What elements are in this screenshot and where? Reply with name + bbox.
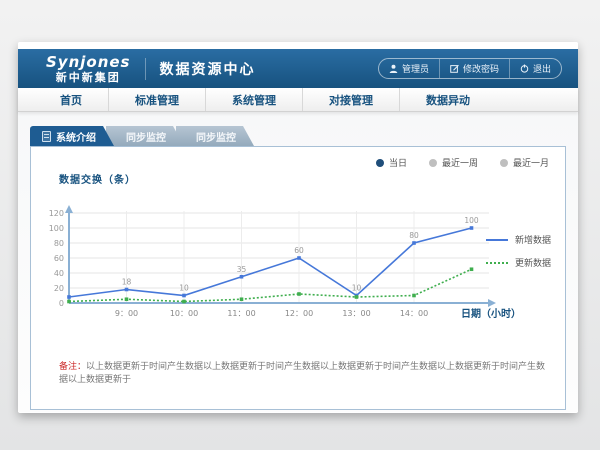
svg-text:10: 10	[352, 284, 362, 293]
svg-text:120: 120	[49, 209, 64, 218]
legend-item-new-data: 新增数据	[486, 233, 551, 246]
power-icon	[520, 64, 529, 73]
y-axis-title: 数据交换（条）	[59, 171, 136, 186]
tab-system-intro[interactable]: 系统介绍	[30, 126, 114, 146]
svg-text:80: 80	[409, 231, 419, 240]
change-password-label: 修改密码	[463, 62, 499, 75]
user-label: 管理员	[402, 62, 429, 75]
chart-panel: 当日 最近一周 最近一月 数据交换（条） 0 20 40 60 80 100 120 9：00…	[30, 146, 566, 410]
edit-icon	[450, 64, 459, 73]
svg-text:14：00: 14：00	[400, 309, 428, 318]
window-top-strip	[18, 42, 578, 49]
logout-button[interactable]: 退出	[509, 59, 561, 78]
svg-text:9：00: 9：00	[115, 309, 138, 318]
radio-dot-icon	[500, 159, 508, 167]
header-divider	[145, 58, 146, 80]
footnote-prefix: 备注：	[59, 362, 86, 372]
svg-text:35: 35	[237, 265, 247, 274]
svg-text:20: 20	[54, 284, 64, 293]
logo-en-text: Synjones	[46, 55, 131, 70]
logout-label: 退出	[533, 62, 551, 75]
tab-bar: 系统介绍 同步监控 同步监控	[30, 126, 254, 146]
logo: Synjones 新中新集团	[46, 55, 131, 83]
logo-cn-text: 新中新集团	[46, 72, 131, 83]
svg-text:80: 80	[54, 239, 64, 248]
tab-sync-monitor-2[interactable]: 同步监控	[176, 126, 254, 146]
svg-text:10：00: 10：00	[170, 309, 198, 318]
svg-text:18: 18	[122, 278, 132, 287]
svg-text:13：00: 13：00	[342, 309, 370, 318]
legend-item-updated-data: 更新数据	[486, 256, 551, 269]
page-title: 数据资源中心	[160, 59, 256, 79]
radio-dot-icon	[376, 159, 384, 167]
svg-text:100: 100	[49, 224, 64, 233]
time-range-filters: 当日 最近一周 最近一月	[376, 156, 549, 169]
nav-item-home[interactable]: 首页	[34, 88, 108, 111]
content-area: 系统介绍 同步监控 同步监控 当日 最近一周	[18, 112, 578, 412]
nav-item-data-change[interactable]: 数据异动	[399, 88, 496, 111]
chart-canvas: 0 20 40 60 80 100 120 9：00 10：00 11：00 12：00 13：00 1…	[49, 185, 523, 333]
radio-today[interactable]: 当日	[376, 156, 407, 169]
svg-text:10: 10	[179, 284, 189, 293]
svg-text:60: 60	[294, 246, 304, 255]
nav-item-standard-mgmt[interactable]: 标准管理	[108, 88, 205, 111]
app-window: Synjones 新中新集团 数据资源中心 管理员 修改密码	[18, 42, 578, 413]
footnote-text: 以上数据更新于时间产生数据以上数据更新于时间产生数据以上数据更新于时间产生数据以…	[59, 362, 545, 385]
svg-text:11：00: 11：00	[227, 309, 255, 318]
svg-text:0: 0	[59, 299, 64, 308]
footnote: 备注：以上数据更新于时间产生数据以上数据更新于时间产生数据以上数据更新于时间产生…	[59, 359, 551, 385]
radio-last-month[interactable]: 最近一月	[500, 156, 549, 169]
nav-item-interface-mgmt[interactable]: 对接管理	[302, 88, 399, 111]
change-password-button[interactable]: 修改密码	[439, 59, 509, 78]
blue-line-sample-icon	[486, 239, 508, 241]
radio-last-week[interactable]: 最近一周	[429, 156, 478, 169]
svg-text:60: 60	[54, 254, 64, 263]
radio-dot-icon	[429, 159, 437, 167]
main-nav: 首页 标准管理 系统管理 对接管理 数据异动	[18, 88, 578, 112]
app-header: Synjones 新中新集团 数据资源中心 管理员 修改密码	[18, 49, 578, 88]
svg-text:40: 40	[54, 269, 64, 278]
nav-item-system-mgmt[interactable]: 系统管理	[205, 88, 302, 111]
svg-text:100: 100	[464, 216, 479, 225]
document-icon	[42, 131, 51, 142]
user-button[interactable]: 管理员	[379, 59, 439, 78]
svg-text:日期（小时）: 日期（小时）	[461, 307, 521, 320]
svg-text:12：00: 12：00	[285, 309, 313, 318]
green-dotted-sample-icon	[486, 262, 508, 264]
user-icon	[389, 64, 398, 73]
user-actions: 管理员 修改密码 退出	[378, 58, 562, 79]
tab-sync-monitor-1[interactable]: 同步监控	[106, 126, 184, 146]
line-chart: 0 20 40 60 80 100 120 9：00 10：00 11：00 12：00 13：00 1…	[49, 185, 523, 337]
chart-legend: 新增数据 更新数据	[486, 233, 551, 269]
